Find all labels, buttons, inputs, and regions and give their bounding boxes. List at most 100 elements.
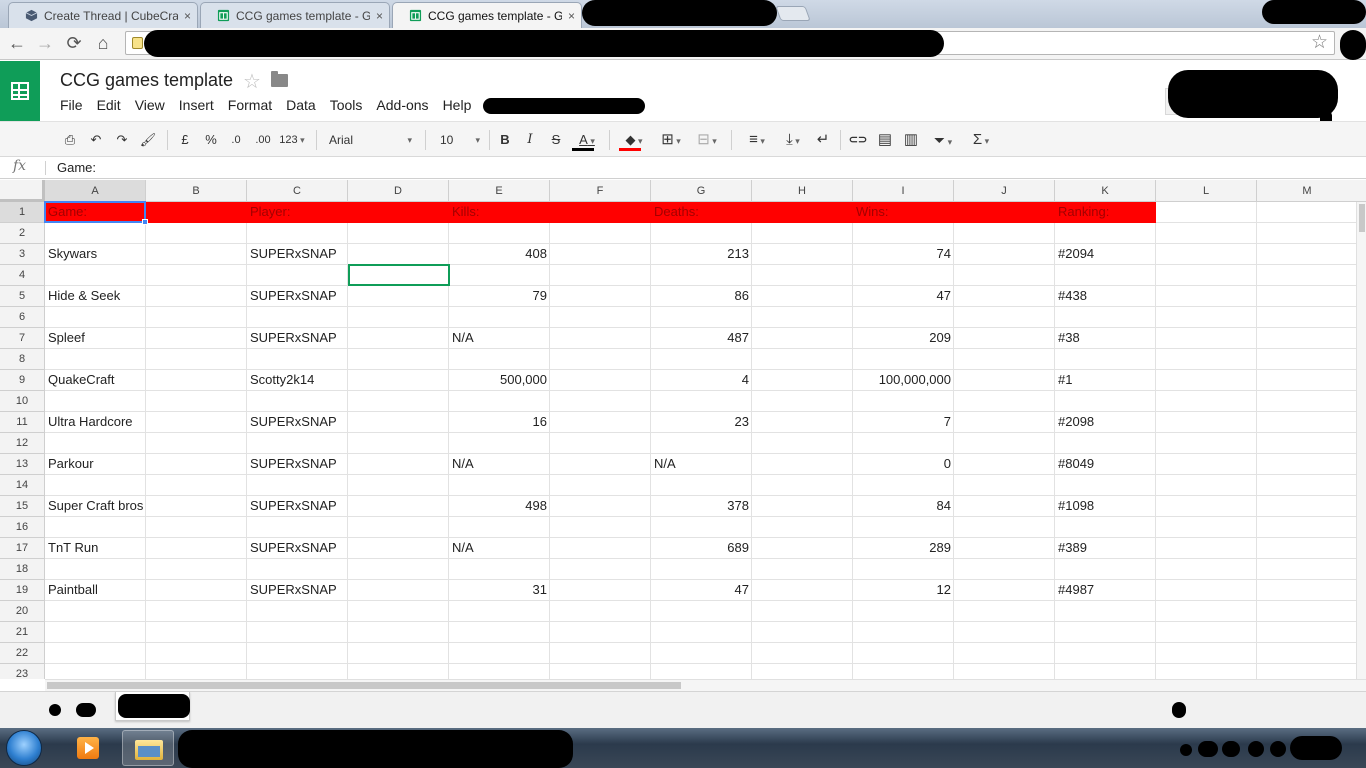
start-button[interactable] — [6, 730, 42, 766]
cell-m11[interactable] — [1257, 412, 1356, 433]
row-header-18[interactable]: 18 — [0, 559, 45, 580]
cell-f22[interactable] — [550, 643, 651, 664]
cell-h21[interactable] — [752, 622, 853, 643]
cell-k14[interactable] — [1055, 475, 1156, 496]
cell-i2[interactable] — [853, 223, 954, 244]
horizontal-scrollbar[interactable] — [45, 679, 1366, 691]
record-wins[interactable]: 209 — [853, 328, 954, 349]
record-player[interactable]: SUPERxSNAP — [247, 496, 348, 517]
cell-j11[interactable] — [954, 412, 1055, 433]
sheets-home-logo[interactable] — [0, 61, 40, 121]
record-player[interactable]: SUPERxSNAP — [247, 328, 348, 349]
cell-k22[interactable] — [1055, 643, 1156, 664]
cell-f2[interactable] — [550, 223, 651, 244]
cell-l6[interactable] — [1156, 307, 1257, 328]
cell-m20[interactable] — [1257, 601, 1356, 622]
cell-i6[interactable] — [853, 307, 954, 328]
tray-icon[interactable] — [1180, 744, 1192, 756]
cell-k12[interactable] — [1055, 433, 1156, 454]
cell-i12[interactable] — [853, 433, 954, 454]
cell-f8[interactable] — [550, 349, 651, 370]
cell-b14[interactable] — [146, 475, 247, 496]
cell-d11[interactable] — [348, 412, 449, 433]
browser-tab-cubecraft[interactable]: Create Thread | CubeCraft × — [8, 2, 198, 28]
cell-h23[interactable] — [752, 664, 853, 679]
cell-g16[interactable] — [651, 517, 752, 538]
cell-m15[interactable] — [1257, 496, 1356, 517]
menu-data[interactable]: Data — [279, 97, 323, 115]
cell-e8[interactable] — [449, 349, 550, 370]
undo-icon[interactable]: ↶ — [86, 130, 106, 150]
decrease-decimal-button[interactable]: .0 — [225, 130, 247, 150]
cell-f19[interactable] — [550, 580, 651, 601]
row-header-10[interactable]: 10 — [0, 391, 45, 412]
cell-c18[interactable] — [247, 559, 348, 580]
cell-m8[interactable] — [1257, 349, 1356, 370]
column-header-i[interactable]: I — [853, 180, 954, 202]
record-player[interactable]: SUPERxSNAP — [247, 286, 348, 307]
cell-d7[interactable] — [348, 328, 449, 349]
cell-b9[interactable] — [146, 370, 247, 391]
bold-button[interactable]: B — [496, 130, 514, 150]
cell-h7[interactable] — [752, 328, 853, 349]
cell-b20[interactable] — [146, 601, 247, 622]
record-deaths[interactable]: N/A — [651, 454, 752, 475]
cell-e23[interactable] — [449, 664, 550, 679]
home-button[interactable]: ⌂ — [92, 32, 114, 54]
record-ranking[interactable]: #4987 — [1055, 580, 1156, 601]
cell-i14[interactable] — [853, 475, 954, 496]
cell-f4[interactable] — [550, 265, 651, 286]
link-icon[interactable]: ⊂⊃ — [846, 130, 870, 150]
cell-m6[interactable] — [1257, 307, 1356, 328]
column-header-k[interactable]: K — [1055, 180, 1156, 202]
cell-j5[interactable] — [954, 286, 1055, 307]
cell-b11[interactable] — [146, 412, 247, 433]
more-formats-dropdown[interactable]: 123 — [276, 130, 308, 150]
record-ranking[interactable]: #1098 — [1055, 496, 1156, 517]
formula-input[interactable]: Game: — [57, 160, 96, 175]
cell-f12[interactable] — [550, 433, 651, 454]
cell-h5[interactable] — [752, 286, 853, 307]
back-button[interactable]: ← — [6, 32, 28, 54]
cell-j7[interactable] — [954, 328, 1055, 349]
record-ranking[interactable]: #8049 — [1055, 454, 1156, 475]
row-header-8[interactable]: 8 — [0, 349, 45, 370]
record-wins[interactable]: 12 — [853, 580, 954, 601]
tab-close-icon[interactable]: × — [376, 9, 383, 23]
cell-b18[interactable] — [146, 559, 247, 580]
cell-k2[interactable] — [1055, 223, 1156, 244]
comment-icon[interactable]: ▤ — [874, 130, 896, 150]
cell-g4[interactable] — [651, 265, 752, 286]
menu-addons[interactable]: Add-ons — [369, 97, 435, 115]
cell-e21[interactable] — [449, 622, 550, 643]
cell-f1[interactable] — [550, 202, 651, 223]
cell-l13[interactable] — [1156, 454, 1257, 475]
cell-l7[interactable] — [1156, 328, 1257, 349]
cell-h14[interactable] — [752, 475, 853, 496]
cell-b12[interactable] — [146, 433, 247, 454]
cell-l18[interactable] — [1156, 559, 1257, 580]
media-player-icon[interactable] — [62, 730, 114, 766]
cell-h17[interactable] — [752, 538, 853, 559]
cell-c20[interactable] — [247, 601, 348, 622]
cell-k20[interactable] — [1055, 601, 1156, 622]
menu-tools[interactable]: Tools — [323, 97, 370, 115]
record-deaths[interactable]: 213 — [651, 244, 752, 265]
cell-j6[interactable] — [954, 307, 1055, 328]
cell-j3[interactable] — [954, 244, 1055, 265]
cell-b23[interactable] — [146, 664, 247, 679]
cell-a20[interactable] — [45, 601, 146, 622]
cell-j23[interactable] — [954, 664, 1055, 679]
cell-i22[interactable] — [853, 643, 954, 664]
tray-icon[interactable] — [1248, 741, 1264, 757]
cell-a22[interactable] — [45, 643, 146, 664]
cell-g12[interactable] — [651, 433, 752, 454]
tray-icon[interactable] — [1222, 741, 1240, 757]
cell-e6[interactable] — [449, 307, 550, 328]
record-ranking[interactable]: #2094 — [1055, 244, 1156, 265]
cell-h2[interactable] — [752, 223, 853, 244]
cell-h1[interactable] — [752, 202, 853, 223]
cell-j2[interactable] — [954, 223, 1055, 244]
cell-f11[interactable] — [550, 412, 651, 433]
record-wins[interactable]: 84 — [853, 496, 954, 517]
